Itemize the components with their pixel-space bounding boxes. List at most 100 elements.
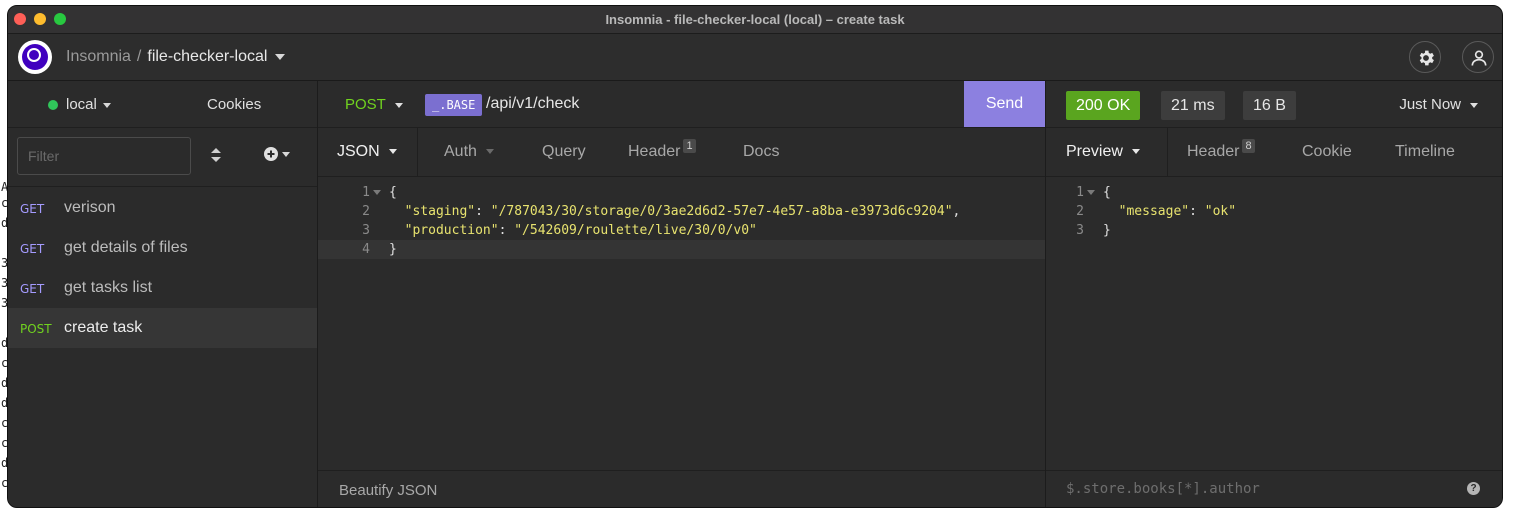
tab-cookie[interactable]: Cookie <box>1302 128 1352 176</box>
project-name: file-checker-local <box>147 48 268 65</box>
tab-label: JSON <box>337 143 380 160</box>
title-bar: Insomnia - file-checker-local (local) – … <box>8 6 1502 34</box>
request-name: get details of files <box>64 239 188 256</box>
sidebar-filter-input[interactable] <box>17 137 191 175</box>
code-text: "staging": "/787043/30/storage/0/3ae2d6d… <box>404 204 961 219</box>
code-text: { <box>1103 185 1111 200</box>
request-list: GET verison GET get details of files GET… <box>8 188 317 348</box>
chevron-down-icon <box>1470 102 1478 108</box>
request-body-editor[interactable]: 1 { 2 "staging": "/787043/30/storage/0/3… <box>318 177 1045 470</box>
chevron-down-icon <box>388 149 397 155</box>
cookies-button[interactable]: Cookies <box>207 96 261 113</box>
header-count-badge: 8 <box>1242 139 1255 153</box>
response-body-viewer[interactable]: 1 { 2 "message": "ok" 3 } <box>1046 177 1502 470</box>
json-key: "message" <box>1118 204 1190 219</box>
app-header: Insomnia / file-checker-local <box>8 34 1502 81</box>
code-text: } <box>389 242 397 257</box>
method-label: POST <box>345 96 386 113</box>
request-item[interactable]: GET verison <box>8 188 317 228</box>
response-history-dropdown[interactable]: Just Now <box>1399 96 1478 113</box>
question-icon[interactable]: ? <box>1467 482 1480 495</box>
line-number: 3 <box>1076 223 1084 238</box>
response-size-badge: 16 B <box>1243 91 1296 120</box>
tab-json[interactable]: JSON <box>318 128 417 176</box>
response-time-badge: 21 ms <box>1161 91 1225 120</box>
tab-header[interactable]: Header 1 <box>628 128 696 176</box>
account-button[interactable] <box>1462 41 1494 73</box>
code-line: 2 "message": "ok" <box>1046 202 1502 221</box>
project-selector[interactable]: file-checker-local <box>147 48 286 65</box>
beautify-json-button[interactable]: Beautify JSON <box>339 482 437 499</box>
method-selector[interactable]: POST <box>345 96 403 113</box>
breadcrumb: Insomnia / file-checker-local <box>66 48 286 66</box>
filter-row <box>8 128 317 187</box>
request-item-active[interactable]: POST create task <box>8 308 317 348</box>
json-value: "/787043/30/storage/0/3ae2d6d2-57e7-4e57… <box>490 204 953 219</box>
request-footer: Beautify JSON <box>318 470 1045 507</box>
code-line: 2 "staging": "/787043/30/storage/0/3ae2d… <box>318 202 1045 221</box>
tab-timeline[interactable]: Timeline <box>1395 128 1455 176</box>
tab-auth[interactable]: Auth <box>444 128 494 176</box>
line-number: 2 <box>1076 204 1084 219</box>
tab-response-header[interactable]: Header 8 <box>1187 128 1255 176</box>
chevron-down-icon <box>485 149 494 155</box>
request-method: GET <box>20 282 45 296</box>
json-key: "staging" <box>404 204 476 219</box>
environment-row: local Cookies <box>8 81 317 128</box>
header-count-badge: 1 <box>683 139 696 153</box>
tab-label: Auth <box>444 143 477 160</box>
chevron-down-icon <box>394 102 403 108</box>
breadcrumb-separator: / <box>136 48 142 65</box>
line-number: 2 <box>362 204 370 219</box>
base-variable-tag[interactable]: _.BASE <box>425 94 483 116</box>
request-name: verison <box>64 199 116 216</box>
request-method: GET <box>20 242 45 256</box>
url-bar: POST _.BASE /api/v1/check Send <box>318 81 1045 128</box>
request-item[interactable]: GET get details of files <box>8 228 317 268</box>
environment-color-dot <box>48 100 58 110</box>
tab-label: Header <box>1187 143 1240 160</box>
request-item[interactable]: GET get tasks list <box>8 268 317 308</box>
json-punctuation: , <box>952 204 961 219</box>
insomnia-logo-icon <box>18 40 52 74</box>
status-badge: 200 OK <box>1066 91 1141 120</box>
sidebar: local Cookies GET <box>8 81 318 507</box>
response-pane: 200 OK 21 ms 16 B Just Now Preview Heade… <box>1046 81 1502 507</box>
url-input[interactable]: /api/v1/check <box>486 95 579 113</box>
response-tabs: Preview Header 8 Cookie Timeline <box>1046 128 1502 177</box>
settings-button[interactable] <box>1409 41 1441 73</box>
add-request-button[interactable] <box>264 147 290 166</box>
app-window: Insomnia - file-checker-local (local) – … <box>7 5 1503 508</box>
tab-divider <box>1167 128 1168 176</box>
request-tabs: JSON Auth Query Header 1 Docs <box>318 128 1045 177</box>
code-line: 1 { <box>1046 183 1502 202</box>
tab-docs[interactable]: Docs <box>743 128 779 176</box>
code-line: 3 "production": "/542609/roulette/live/3… <box>318 221 1045 240</box>
breadcrumb-workspace[interactable]: Insomnia <box>66 48 131 65</box>
chevron-down-icon <box>282 152 290 157</box>
tab-preview[interactable]: Preview <box>1046 128 1167 176</box>
send-button[interactable]: Send <box>964 81 1045 127</box>
environment-selector[interactable]: local <box>48 96 111 113</box>
request-method: GET <box>20 202 45 216</box>
code-text: { <box>389 185 397 200</box>
fold-arrow-icon[interactable] <box>373 190 381 195</box>
code-text: "production": "/542609/roulette/live/30/… <box>404 223 757 238</box>
response-filter-input[interactable]: $.store.books[*].author <box>1066 481 1260 497</box>
code-text: } <box>1103 223 1111 238</box>
tab-query[interactable]: Query <box>542 128 586 176</box>
code-text: "message": "ok" <box>1118 204 1237 219</box>
line-number: 4 <box>362 242 370 257</box>
tab-label: Header <box>628 143 681 160</box>
request-name: get tasks list <box>64 279 153 296</box>
sort-button[interactable] <box>210 147 226 167</box>
fold-arrow-icon[interactable] <box>1087 190 1095 195</box>
response-footer: $.store.books[*].author ? <box>1046 470 1502 507</box>
json-value: "ok" <box>1204 204 1237 219</box>
code-line-active: 4 } <box>318 240 1045 259</box>
gear-icon <box>1419 50 1434 66</box>
environment-name: local <box>66 96 97 113</box>
json-key: "production" <box>404 223 499 238</box>
chevron-down-icon <box>275 53 286 60</box>
request-method: POST <box>20 322 52 336</box>
